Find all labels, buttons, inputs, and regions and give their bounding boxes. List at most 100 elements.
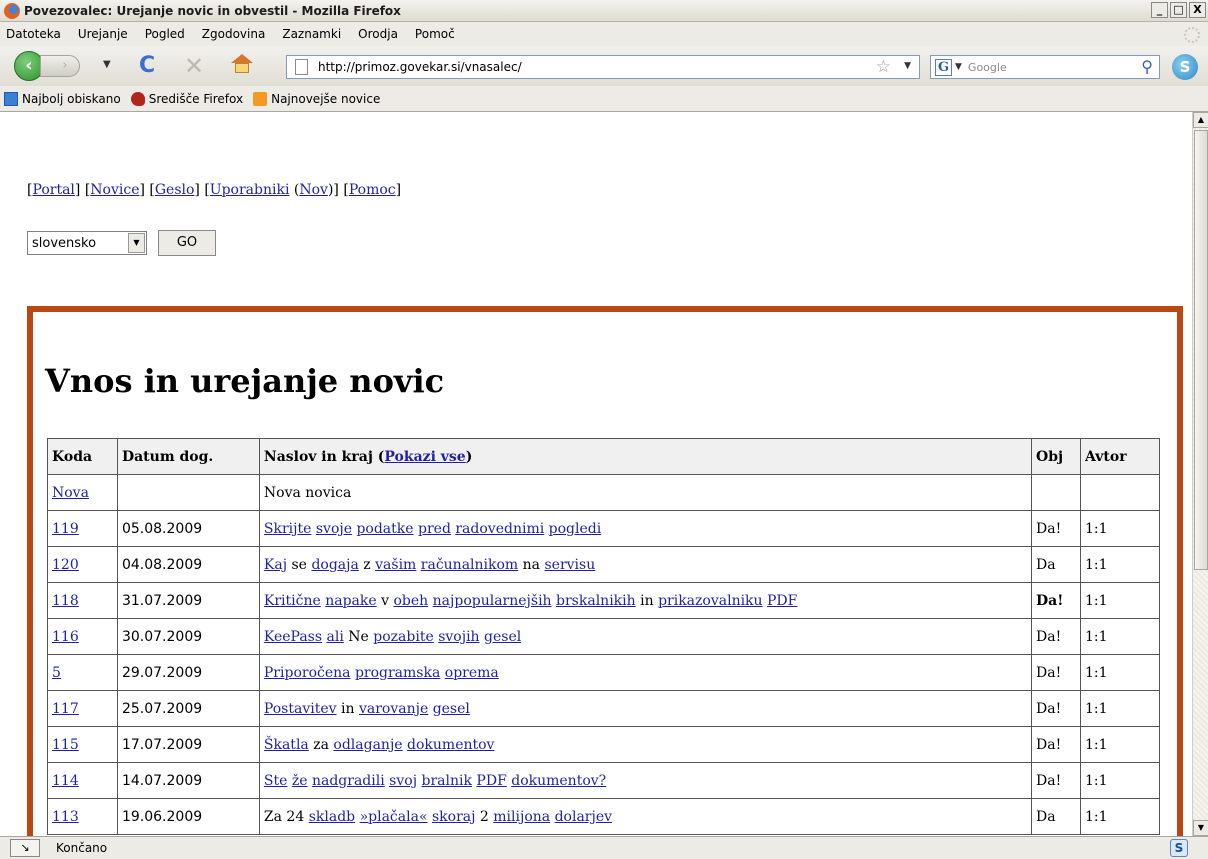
title-word-link[interactable]: dokumentov (407, 737, 494, 753)
title-word-link[interactable]: pozabite (373, 629, 433, 645)
menu-pomoc[interactable]: Pomoč (415, 27, 455, 41)
title-word-link[interactable]: gesel (433, 701, 470, 717)
language-select[interactable]: slovensko ▼ (27, 231, 147, 255)
bookmark-firefox-central[interactable]: Središče Firefox (130, 91, 243, 106)
page-heading: Vnos in urejanje novic (45, 362, 445, 400)
search-bar[interactable]: G ▼ Google ⚲ (930, 55, 1160, 79)
title-word-link[interactable]: odlaganje (333, 737, 402, 753)
search-icon[interactable]: ⚲ (1141, 57, 1153, 76)
search-engine-dropdown-icon[interactable]: ▼ (955, 62, 962, 72)
menu-zaznamki[interactable]: Zaznamki (282, 27, 341, 41)
link-uporabniki[interactable]: Uporabniki (210, 182, 290, 198)
title-word-link[interactable]: programska (355, 665, 440, 681)
row-code-link[interactable]: 119 (52, 521, 79, 537)
title-word-link[interactable]: podatke (356, 521, 413, 537)
title-word-link[interactable]: že (292, 773, 308, 789)
row-code-link[interactable]: 116 (52, 629, 79, 645)
title-word-link[interactable]: brskalnikih (556, 593, 636, 609)
row-code-link[interactable]: 120 (52, 557, 79, 573)
stop-button[interactable]: ✕ (184, 52, 204, 80)
scrollbar-thumb[interactable] (1194, 130, 1208, 570)
title-word-link[interactable]: pogledi (549, 521, 602, 537)
title-word-link[interactable]: PDF (767, 593, 797, 609)
url-text[interactable]: http://primoz.govekar.si/vnasalec/ (318, 60, 522, 74)
title-word-link[interactable]: dogaja (311, 557, 358, 573)
row-code-link[interactable]: 113 (52, 809, 79, 825)
link-geslo[interactable]: Geslo (155, 182, 195, 198)
title-word-link[interactable]: dolarjev (555, 809, 612, 825)
reload-button[interactable]: C (139, 53, 155, 78)
google-icon[interactable]: G (935, 58, 952, 76)
link-novice[interactable]: Novice (90, 182, 139, 198)
title-word-link[interactable]: vašim (375, 557, 416, 573)
forward-button[interactable]: › (40, 55, 80, 77)
addon-status-icon[interactable]: S (1170, 839, 1188, 857)
link-portal[interactable]: Portal (32, 182, 74, 198)
bookmark-most-visited[interactable]: Najbolj obiskano (4, 91, 121, 106)
title-word-link[interactable]: skoraj (432, 809, 475, 825)
cell-avtor: 1:1 (1080, 798, 1160, 835)
title-word-link[interactable]: računalnikom (421, 557, 518, 573)
menu-urejanje[interactable]: Urejanje (78, 27, 128, 41)
bookmark-latest-news[interactable]: Najnovejše novice (253, 91, 380, 106)
new-news-link[interactable]: Nova (52, 485, 89, 501)
menu-zgodovina[interactable]: Zgodovina (202, 27, 266, 41)
title-word-link[interactable]: dokumentov? (511, 773, 606, 789)
title-word-link[interactable]: gesel (484, 629, 521, 645)
title-word-link[interactable]: obeh (394, 593, 429, 609)
row-code-link[interactable]: 117 (52, 701, 79, 717)
title-word-link[interactable]: pred (418, 521, 451, 537)
maximize-button[interactable]: □ (1170, 2, 1187, 18)
title-word-link[interactable]: Priporočena (264, 665, 351, 681)
title-word-link[interactable]: radovednimi (455, 521, 544, 537)
minimize-button[interactable]: _ (1151, 2, 1168, 18)
close-button[interactable]: X (1189, 2, 1206, 18)
title-word-link[interactable]: svoje (316, 521, 352, 537)
bookmark-star-icon[interactable]: ☆ (876, 57, 891, 77)
history-dropdown-icon[interactable]: ▼ (103, 59, 111, 70)
title-word-link[interactable]: svoj (389, 773, 417, 789)
title-word-link[interactable]: KeePass (264, 629, 322, 645)
title-word-link[interactable]: prikazovalniku (658, 593, 763, 609)
menu-orodja[interactable]: Orodja (358, 27, 398, 41)
title-word-link[interactable]: bralnik (422, 773, 472, 789)
title-word-link[interactable]: varovanje (359, 701, 428, 717)
row-code-link[interactable]: 114 (52, 773, 79, 789)
title-word-link[interactable]: skladb (309, 809, 355, 825)
title-word-link[interactable]: napake (325, 593, 376, 609)
title-word-link[interactable]: »plačala« (360, 809, 428, 825)
title-word-link[interactable]: nadgradili (312, 773, 385, 789)
title-word-link[interactable]: najpopularnejših (433, 593, 552, 609)
title-word-link[interactable]: Kaj (264, 557, 287, 573)
title-word-link[interactable]: svojih (438, 629, 479, 645)
search-input[interactable]: Google (968, 61, 1007, 74)
row-code-link[interactable]: 5 (52, 665, 61, 681)
row-code-link[interactable]: 115 (52, 737, 79, 753)
title-word-link[interactable]: Kritične (264, 593, 321, 609)
menu-datoteka[interactable]: Datoteka (6, 27, 61, 41)
show-all-link[interactable]: Pokazi vse (384, 449, 465, 465)
chevron-down-icon[interactable]: ▼ (128, 233, 145, 253)
scroll-down-icon[interactable]: ▼ (1193, 820, 1208, 836)
url-dropdown-icon[interactable]: ▼ (904, 61, 911, 71)
menu-pogled[interactable]: Pogled (145, 27, 185, 41)
address-bar[interactable]: http://primoz.govekar.si/vnasalec/ ☆ ▼ (286, 55, 920, 79)
firefox-logo-icon (4, 2, 20, 19)
title-word-link[interactable]: PDF (476, 773, 506, 789)
title-word-link[interactable]: milijona (493, 809, 550, 825)
title-word-link[interactable]: Škatla (264, 737, 309, 753)
row-code-link[interactable]: 118 (52, 593, 79, 609)
scroll-up-icon[interactable]: ▲ (1193, 112, 1208, 128)
go-button[interactable]: GO (158, 230, 216, 256)
title-word-link[interactable]: ali (327, 629, 344, 645)
title-word-link[interactable]: oprema (445, 665, 499, 681)
link-nov[interactable]: Nov (299, 182, 328, 198)
title-word-link[interactable]: Skrijte (264, 521, 312, 537)
vertical-scrollbar[interactable]: ▲ ▼ (1192, 112, 1208, 836)
title-word-link[interactable]: Postavitev (264, 701, 337, 717)
title-word-link[interactable]: servisu (544, 557, 595, 573)
link-pomoc[interactable]: Pomoc (349, 182, 396, 198)
title-word-link[interactable]: Ste (264, 773, 288, 789)
home-button[interactable] (231, 54, 253, 74)
skype-icon[interactable]: S (1172, 54, 1198, 80)
